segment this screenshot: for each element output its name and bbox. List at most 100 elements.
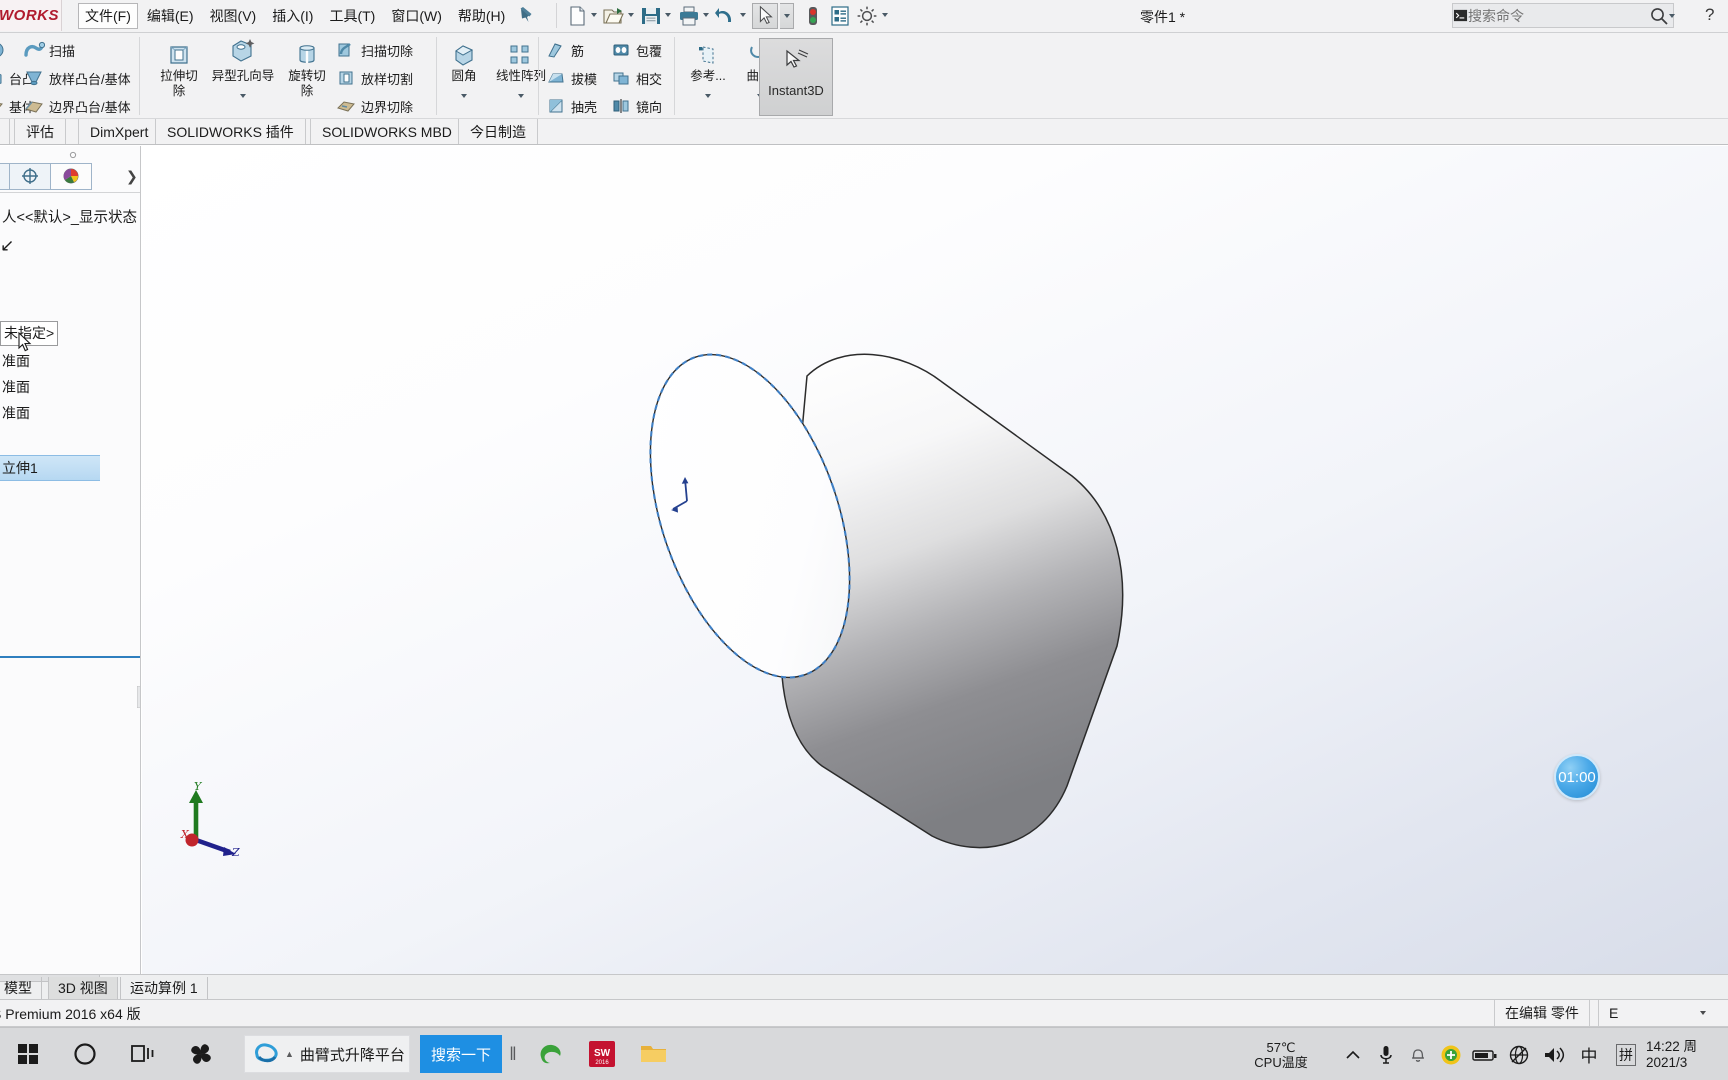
network-globe-icon[interactable]	[1502, 1028, 1536, 1080]
show-hidden-icons-chevron[interactable]	[1336, 1028, 1370, 1080]
panel-resize-grip[interactable]	[136, 685, 140, 709]
ribbon-mirror[interactable]: 镜向	[609, 93, 662, 119]
cpu-temperature-widget[interactable]: 57℃ CPU温度	[1226, 1040, 1336, 1070]
ribbon-swept-cut[interactable]: 扫描切除	[334, 37, 413, 63]
save-document-caret[interactable]	[665, 13, 672, 19]
tab-manufacturing-today[interactable]: 今日制造	[458, 119, 538, 144]
tree-row-extrude1[interactable]: 立伸1	[0, 455, 100, 481]
panel-drag-handle[interactable]	[18, 150, 128, 159]
search-icon[interactable]	[1649, 6, 1669, 26]
battery-icon[interactable]	[1468, 1028, 1502, 1080]
search-dropdown-caret[interactable]	[1669, 13, 1675, 18]
open-document-icon[interactable]	[601, 3, 627, 29]
ribbon-boundary-boss[interactable]: 边界凸台/基体	[22, 93, 131, 119]
tab-solidworks-mbd[interactable]: SOLIDWORKS MBD	[310, 119, 464, 144]
ribbon-wrap[interactable]: 包覆	[609, 37, 662, 63]
ribbon-reference-geometry[interactable]: 参考...	[680, 46, 736, 98]
menu-item-edit[interactable]: 编辑(E)	[140, 3, 201, 29]
security-shield-icon[interactable]	[1434, 1028, 1468, 1080]
ribbon-boundary-cut[interactable]: 边界切除	[334, 93, 413, 119]
configuration-manager-tab[interactable]	[10, 162, 51, 190]
ribbon-reference-label: 参考...	[690, 69, 726, 83]
windows-start-icon[interactable]	[0, 1028, 56, 1080]
linear-pattern-caret[interactable]	[513, 91, 529, 101]
fillet-caret[interactable]	[456, 91, 472, 101]
doc-tab-motion-study[interactable]: 运动算例 1	[120, 977, 208, 999]
instant3d-button[interactable]: Instant3D	[759, 38, 833, 116]
ribbon-sweep[interactable]: 扫描	[22, 37, 75, 63]
menu-item-insert[interactable]: 插入(I)	[265, 3, 320, 29]
ime-pinyin-icon[interactable]: 拼	[1606, 1028, 1646, 1080]
ribbon-hole-wizard[interactable]: 异型孔向导	[206, 39, 280, 98]
sogou-pinyin-icon[interactable]	[172, 1028, 230, 1080]
undo-caret[interactable]	[740, 13, 747, 19]
taskbar-app-internet-explorer[interactable]: ▲ 曲臂式升降平台	[244, 1035, 410, 1073]
ribbon-revolve-boss[interactable]	[0, 37, 8, 63]
menu-item-help[interactable]: 帮助(H)	[451, 3, 512, 29]
ribbon-draft[interactable]: 拔模	[544, 65, 597, 91]
ribbon-extruded-cut[interactable]: 拉伸切除	[151, 46, 207, 99]
property-manager-tab[interactable]	[0, 162, 10, 190]
ribbon-loft-boss[interactable]: 放样凸台/基体	[22, 65, 131, 91]
reference-caret[interactable]	[700, 91, 716, 101]
tree-row-display-state[interactable]: 人<<默认>_显示状态	[0, 200, 140, 232]
search-input[interactable]	[1468, 7, 1649, 24]
menu-item-tools[interactable]: 工具(T)	[322, 3, 382, 29]
tree-row-arrow[interactable]: ↙	[0, 232, 140, 260]
display-manager-tab[interactable]	[51, 162, 92, 190]
tree-row-blank-1[interactable]	[0, 260, 140, 289]
tab-evaluate[interactable]: 评估	[14, 119, 66, 144]
ribbon-lofted-cut[interactable]: 放样切割	[334, 65, 413, 91]
panel-expand-chevron-icon[interactable]: ❯	[126, 168, 138, 185]
pushpin-icon[interactable]	[518, 6, 534, 27]
microphone-icon[interactable]	[1370, 1028, 1402, 1080]
select-pointer-icon[interactable]	[752, 3, 778, 29]
tree-row-blank-2[interactable]	[0, 289, 140, 318]
print-icon[interactable]	[676, 3, 702, 29]
taskbar-clock[interactable]: 14:22 周 2021/3	[1646, 1039, 1728, 1071]
cortana-circle-icon[interactable]	[56, 1028, 114, 1080]
edge-browser-icon[interactable]	[524, 1028, 576, 1080]
screen-recorder-timer[interactable]: 01:00	[1554, 754, 1600, 800]
ime-chinese-icon[interactable]: 中	[1572, 1028, 1606, 1080]
rebuild-traffic-light-icon[interactable]	[800, 3, 826, 29]
baidu-search-button[interactable]: 搜索一下	[419, 1035, 502, 1073]
select-pointer-caret[interactable]	[780, 3, 794, 29]
ribbon-rib[interactable]: 筋	[544, 37, 584, 63]
status-caret-icon[interactable]	[1690, 1000, 1716, 1026]
help-question-icon[interactable]: ?	[1705, 5, 1714, 25]
graphics-viewport[interactable]: Y Z X 01:00	[142, 146, 1728, 974]
ribbon-fillet[interactable]: 圆角	[441, 45, 487, 98]
print-caret[interactable]	[703, 13, 710, 19]
new-document-icon[interactable]	[564, 3, 590, 29]
doc-tab-3d-view[interactable]: 3D 视图	[48, 977, 118, 999]
solidworks-taskbar-icon[interactable]: SW 2016	[576, 1028, 628, 1080]
file-explorer-icon[interactable]	[628, 1028, 680, 1080]
new-document-caret[interactable]	[591, 13, 598, 19]
search-command-box[interactable]	[1452, 3, 1675, 28]
model-cylinder[interactable]	[142, 146, 1728, 974]
tab-dimxpert[interactable]: DimXpert	[78, 119, 161, 144]
menu-item-file[interactable]: 文件(F)	[78, 3, 138, 29]
ribbon-revolved-cut[interactable]: 旋转切除	[279, 45, 335, 99]
tree-row-blank-3[interactable]	[0, 426, 140, 455]
volume-speaker-icon[interactable]	[1536, 1028, 1572, 1080]
tab-solidworks-addins[interactable]: SOLIDWORKS 插件	[155, 119, 306, 144]
tab-partial-left[interactable]	[0, 119, 10, 144]
options-caret[interactable]	[882, 13, 889, 19]
hole-wizard-caret[interactable]	[235, 91, 251, 101]
doc-tab-model[interactable]: 模型	[0, 977, 42, 999]
ribbon-shell[interactable]: 抽壳	[544, 93, 597, 119]
task-view-icon[interactable]	[114, 1028, 172, 1080]
notification-bell-icon[interactable]	[1402, 1028, 1434, 1080]
menu-item-view[interactable]: 视图(V)	[203, 3, 264, 29]
options-gear-icon[interactable]	[854, 3, 880, 29]
save-document-icon[interactable]	[638, 3, 664, 29]
menu-item-window[interactable]: 窗口(W)	[384, 3, 449, 29]
file-properties-icon[interactable]	[827, 3, 853, 29]
open-document-caret[interactable]	[628, 13, 635, 19]
undo-icon[interactable]	[713, 3, 739, 29]
tree-row-plane-3[interactable]: 准面	[0, 400, 140, 426]
tree-row-plane-2[interactable]: 准面	[0, 374, 140, 400]
ribbon-intersect[interactable]: 相交	[609, 65, 662, 91]
